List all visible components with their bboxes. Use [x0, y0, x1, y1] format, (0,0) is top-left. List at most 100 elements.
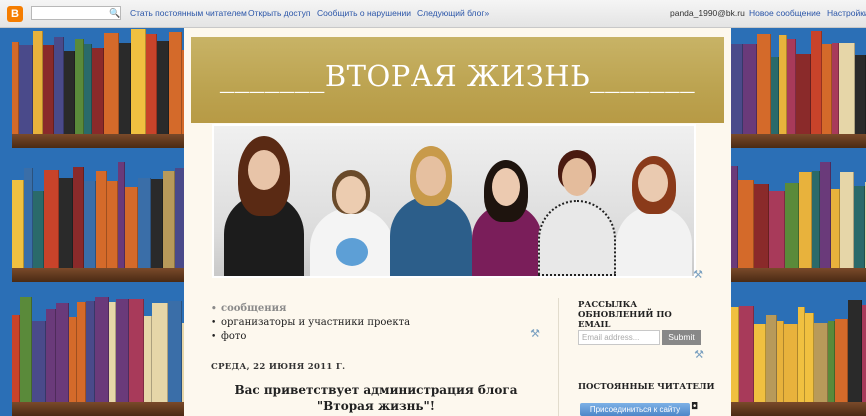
blogger-logo-icon[interactable]: B — [7, 6, 23, 22]
person-figure — [536, 144, 618, 276]
shelf-board — [731, 134, 866, 148]
shelf-board — [12, 134, 184, 148]
edit-wrench-icon[interactable]: ⚒ — [692, 269, 704, 281]
user-email: panda_1990@bk.ru — [670, 8, 745, 18]
book-spine — [796, 54, 811, 134]
book-spine — [862, 305, 866, 402]
report-abuse-link[interactable]: Сообщить о нарушении — [317, 8, 411, 18]
book-spine — [779, 35, 787, 134]
submit-button[interactable]: Submit — [662, 330, 701, 345]
book-spine — [73, 167, 84, 268]
blog-header: _______ВТОРАЯ ЖИЗНЬ_______ — [191, 37, 724, 123]
nav-item-organizers[interactable]: организаторы и участники проекта — [211, 316, 410, 330]
book-spine — [118, 162, 125, 268]
book-spine — [757, 34, 771, 134]
book-spine — [107, 181, 118, 268]
book-spine — [784, 324, 798, 402]
book-spine — [69, 317, 77, 402]
shelf-board — [731, 268, 866, 282]
book-spine — [822, 44, 832, 134]
google-friend-icon: ◘ — [691, 402, 699, 412]
blogger-navbar: B 🔍 Стать постоянным читателем Открыть д… — [0, 0, 866, 28]
book-spine — [24, 168, 33, 268]
book-spine — [743, 44, 757, 134]
book-spine — [739, 306, 754, 402]
book-spine — [92, 48, 104, 134]
page-nav: сообщения организаторы и участники проек… — [211, 302, 410, 344]
book-spine — [77, 302, 86, 402]
book-spine — [805, 313, 814, 402]
book-spine — [32, 321, 46, 402]
book-spine — [854, 186, 865, 268]
book-spine — [125, 187, 138, 268]
book-spine — [46, 309, 56, 402]
book-spine — [152, 303, 168, 402]
book-spine — [771, 57, 779, 134]
next-blog-link[interactable]: Следующий блог» — [417, 8, 489, 18]
book-spine — [738, 180, 754, 268]
shelf-row — [731, 162, 866, 282]
person-figure — [612, 152, 694, 276]
book-spine — [33, 31, 43, 134]
book-spine — [157, 41, 169, 134]
book-spine — [119, 43, 131, 134]
book-spine — [44, 170, 59, 268]
settings-link[interactable]: Настройки — [827, 8, 866, 18]
email-field[interactable]: Email address... — [578, 330, 660, 345]
book-spine — [828, 321, 835, 402]
book-spine — [104, 33, 119, 134]
new-post-link[interactable]: Новое сообщение — [749, 8, 821, 18]
magnifier-icon[interactable]: 🔍 — [109, 7, 121, 19]
book-spine — [754, 184, 769, 268]
post-title[interactable]: Вас приветствует администрация блога — [211, 383, 541, 397]
book-spine — [840, 172, 854, 268]
edit-wrench-icon[interactable]: ⚒ — [693, 349, 705, 361]
book-spine — [839, 43, 855, 134]
blog-title[interactable]: _______ВТОРАЯ ЖИЗНЬ_______ — [191, 59, 724, 93]
post-date: СРЕДА, 22 ИЮНЯ 2011 Г. — [211, 362, 346, 372]
post-title-line2[interactable]: "Вторая жизнь"! — [211, 399, 541, 413]
book-spine — [109, 302, 116, 402]
book-spine — [12, 315, 20, 402]
person-figure — [220, 128, 310, 276]
header-photo — [212, 124, 696, 278]
book-spine — [116, 299, 129, 402]
book-spine — [96, 171, 107, 268]
person-figure — [470, 154, 544, 276]
book-spine — [64, 51, 75, 134]
person-figure — [306, 162, 398, 276]
book-spine — [769, 191, 785, 268]
shelf-board — [731, 402, 866, 416]
book-spine — [812, 171, 820, 268]
column-divider — [558, 298, 559, 416]
navbar-search-input[interactable] — [31, 6, 121, 20]
book-spine — [814, 323, 828, 402]
book-spine — [820, 162, 831, 268]
book-spine — [835, 319, 848, 402]
join-site-button[interactable]: Присоединиться к сайту — [580, 403, 690, 416]
book-spine — [832, 43, 839, 134]
book-spine — [731, 307, 739, 402]
book-spine — [175, 168, 184, 268]
book-spine — [86, 301, 95, 402]
book-spine — [54, 37, 64, 134]
book-spine — [146, 34, 157, 134]
book-spine — [754, 324, 766, 402]
share-link[interactable]: Открыть доступ — [248, 8, 311, 18]
book-spine — [138, 178, 151, 268]
follow-blog-link[interactable]: Стать постоянным читателем — [130, 8, 247, 18]
edit-wrench-icon[interactable]: ⚒ — [529, 328, 541, 340]
nav-item-photo[interactable]: фото — [211, 330, 410, 344]
book-spine — [33, 191, 44, 268]
book-spine — [831, 189, 840, 268]
book-spine — [798, 307, 805, 402]
shelf-row — [12, 162, 184, 282]
book-spine — [811, 31, 822, 134]
nav-item-posts[interactable]: сообщения — [211, 302, 410, 316]
book-spine — [131, 29, 146, 134]
email-subscribe-title: РАССЫЛКА ОБНОВЛЕНИЙ ПО EMAIL — [578, 300, 672, 330]
blog-content: _______ВТОРАЯ ЖИЗНЬ_______ ⚒ • сообщения… — [184, 28, 731, 416]
book-spine — [95, 297, 109, 402]
book-spine — [75, 39, 84, 134]
book-spine — [766, 315, 777, 402]
